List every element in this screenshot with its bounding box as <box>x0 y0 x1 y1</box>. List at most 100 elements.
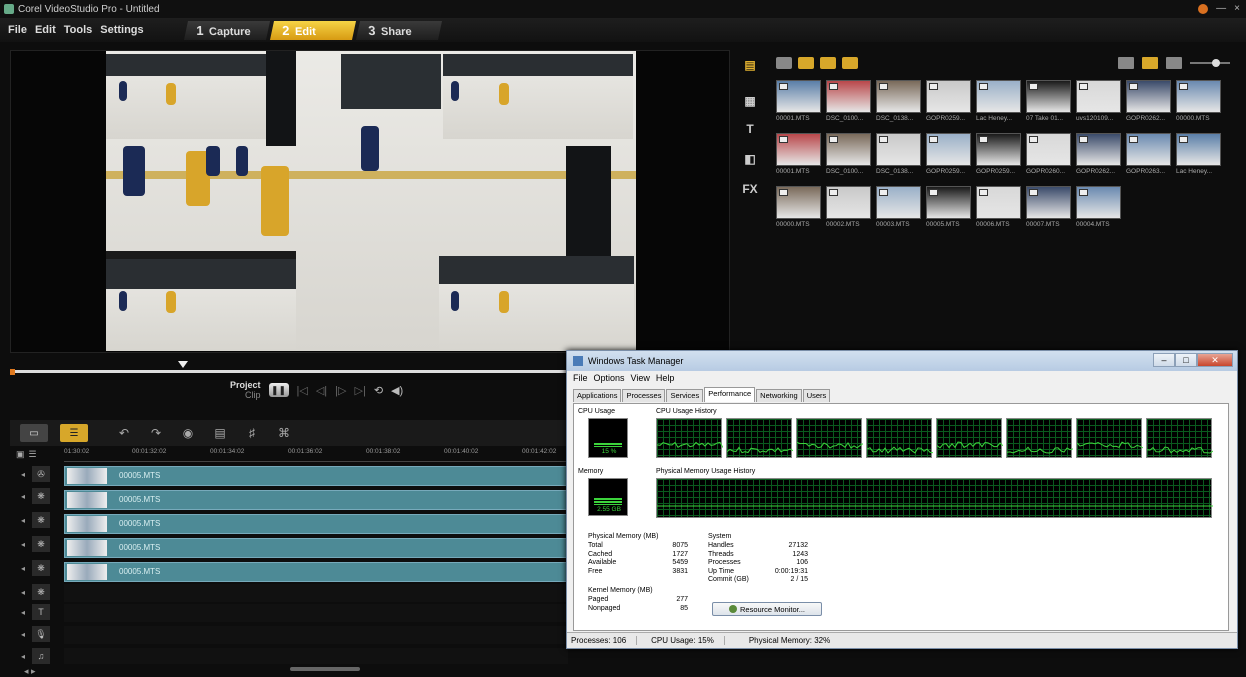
tab-users[interactable]: Users <box>802 389 831 402</box>
track-visibility-icon[interactable]: ◂ <box>18 564 28 573</box>
maximize-button[interactable]: □ <box>1175 353 1197 367</box>
menu-tools[interactable]: Tools <box>64 24 93 36</box>
repeat-icon[interactable]: ⟲ <box>374 384 383 397</box>
close-button[interactable]: ✕ <box>1197 353 1233 367</box>
tab-performance[interactable]: Performance <box>704 387 756 402</box>
library-thumbnail[interactable]: 00003.MTS <box>876 186 921 232</box>
scrubber-track[interactable] <box>14 370 570 373</box>
timeline-ruler[interactable]: 01:30:02 00:01:32:02 00:01:34:02 00:01:3… <box>64 446 568 462</box>
step-edit[interactable]: 2 Edit <box>269 21 357 40</box>
library-thumbnail[interactable]: 00002.MTS <box>826 186 871 232</box>
title-track[interactable] <box>64 604 568 622</box>
track-visibility-icon[interactable]: ◂ <box>18 470 28 479</box>
transition-icon[interactable]: ◧ <box>738 149 762 169</box>
track-visibility-icon[interactable]: ◂ <box>18 588 28 597</box>
track-manager-icon[interactable]: ▣ <box>16 449 25 460</box>
library-thumbnail[interactable]: uvs120109... <box>1076 80 1121 126</box>
timeline-clip[interactable]: 00005.MTS <box>64 466 568 486</box>
library-thumbnail[interactable]: 00000.MTS <box>1176 80 1221 126</box>
tab-processes[interactable]: Processes <box>622 389 666 402</box>
voice-track[interactable] <box>64 626 568 644</box>
media-icon[interactable]: ▤ <box>738 55 762 75</box>
library-thumbnail[interactable]: Lac Heney... <box>976 80 1021 126</box>
folder-icon[interactable] <box>776 57 792 69</box>
overlay-track-empty[interactable] <box>64 584 568 602</box>
add-marker-icon[interactable]: ☰ <box>29 449 37 460</box>
show-photos-icon[interactable] <box>820 57 836 69</box>
project-mode-label[interactable]: Project <box>230 380 261 390</box>
library-thumbnail[interactable]: 00001.MTS <box>776 133 821 179</box>
track-visibility-icon[interactable]: ◂ <box>18 608 28 617</box>
menu-edit[interactable]: Edit <box>35 24 56 36</box>
library-thumbnail[interactable]: 00005.MTS <box>926 186 971 232</box>
library-thumbnail[interactable]: Lac Heney... <box>1176 133 1221 179</box>
trim-start-marker[interactable] <box>10 369 15 375</box>
menu-file[interactable]: File <box>8 24 27 36</box>
track-visibility-icon[interactable]: ◂ <box>18 492 28 501</box>
library-thumbnail[interactable]: DSC_0138... <box>876 80 921 126</box>
minimize-button[interactable]: – <box>1153 353 1175 367</box>
library-thumbnail[interactable]: DSC_0138... <box>876 133 921 179</box>
timeline-clip[interactable]: 00005.MTS <box>64 490 568 510</box>
timeline-scrollbar[interactable] <box>290 667 360 671</box>
home-icon[interactable]: |◁ <box>297 384 308 397</box>
overlay-track[interactable]: 00005.MTS <box>64 490 568 510</box>
help-orb-icon[interactable] <box>1198 3 1209 14</box>
sort-icon[interactable] <box>1166 57 1182 69</box>
timeline-clip[interactable]: 00005.MTS <box>64 562 568 582</box>
preview-window[interactable] <box>10 50 730 353</box>
timeline-clip[interactable]: 00005.MTS <box>64 538 568 558</box>
library-thumbnail[interactable]: GOPR0262... <box>1076 133 1121 179</box>
library-thumbnail[interactable]: 00007.MTS <box>1026 186 1071 232</box>
play-button[interactable]: ❚❚ <box>268 383 289 397</box>
library-thumbnail[interactable]: GOPR0259... <box>926 133 971 179</box>
storyboard-view-button[interactable]: ▭ <box>20 424 48 442</box>
show-videos-icon[interactable] <box>798 57 814 69</box>
tab-networking[interactable]: Networking <box>756 389 802 402</box>
tm-menu-file[interactable]: File <box>573 373 588 383</box>
resource-monitor-button[interactable]: Resource Monitor... <box>712 602 822 616</box>
show-audio-icon[interactable] <box>842 57 858 69</box>
thumbnail-view-icon[interactable] <box>1142 57 1158 69</box>
step-share[interactable]: 3 Share <box>355 21 443 40</box>
instant-project-icon[interactable]: ▦ <box>738 91 762 111</box>
library-thumbnail[interactable]: GOPR0262... <box>1126 80 1171 126</box>
record-capture-icon[interactable]: ◉ <box>178 426 198 440</box>
title-icon[interactable]: T <box>738 119 762 139</box>
thumbnail-size-slider[interactable] <box>1190 59 1230 67</box>
library-thumbnail[interactable]: GOPR0259... <box>926 80 971 126</box>
library-thumbnail[interactable]: 00000.MTS <box>776 186 821 232</box>
library-thumbnail[interactable]: DSC_0100... <box>826 80 871 126</box>
overlay-track[interactable]: 00005.MTS <box>64 538 568 558</box>
zoom-controls[interactable]: ◂ ▸ <box>24 666 36 677</box>
previous-frame-icon[interactable]: ◁| <box>316 384 327 397</box>
video-track[interactable]: 00005.MTS <box>64 466 568 486</box>
tm-menu-help[interactable]: Help <box>656 373 675 383</box>
next-frame-icon[interactable]: |▷ <box>335 384 346 397</box>
auto-music-icon[interactable]: ♯ <box>242 426 262 440</box>
track-visibility-icon[interactable]: ◂ <box>18 652 28 661</box>
minimize-button[interactable]: — <box>1216 3 1226 14</box>
task-manager-titlebar[interactable]: Windows Task Manager <box>567 351 1237 371</box>
library-thumbnail[interactable]: 00001.MTS <box>776 80 821 126</box>
track-visibility-icon[interactable]: ◂ <box>18 540 28 549</box>
undo-icon[interactable]: ↶ <box>114 426 134 440</box>
menu-settings[interactable]: Settings <box>100 24 143 36</box>
close-button[interactable]: × <box>1234 3 1240 14</box>
list-view-icon[interactable] <box>1118 57 1134 69</box>
scrubber-handle[interactable] <box>178 361 188 368</box>
track-visibility-icon[interactable]: ◂ <box>18 630 28 639</box>
redo-icon[interactable]: ↷ <box>146 426 166 440</box>
sound-mixer-icon[interactable]: ▤ <box>210 426 230 440</box>
music-track[interactable] <box>64 648 568 664</box>
library-thumbnail[interactable]: GOPR0259... <box>976 133 1021 179</box>
library-thumbnail[interactable]: 00004.MTS <box>1076 186 1121 232</box>
tm-menu-view[interactable]: View <box>631 373 650 383</box>
track-visibility-icon[interactable]: ◂ <box>18 516 28 525</box>
timeline-view-button[interactable]: ☰ <box>60 424 88 442</box>
library-thumbnail[interactable]: GOPR0263... <box>1126 133 1171 179</box>
timeline-clip[interactable]: 00005.MTS <box>64 514 568 534</box>
library-thumbnail[interactable]: 07 Take 01... <box>1026 80 1071 126</box>
tm-menu-options[interactable]: Options <box>594 373 625 383</box>
library-thumbnail[interactable]: GOPR0260... <box>1026 133 1071 179</box>
